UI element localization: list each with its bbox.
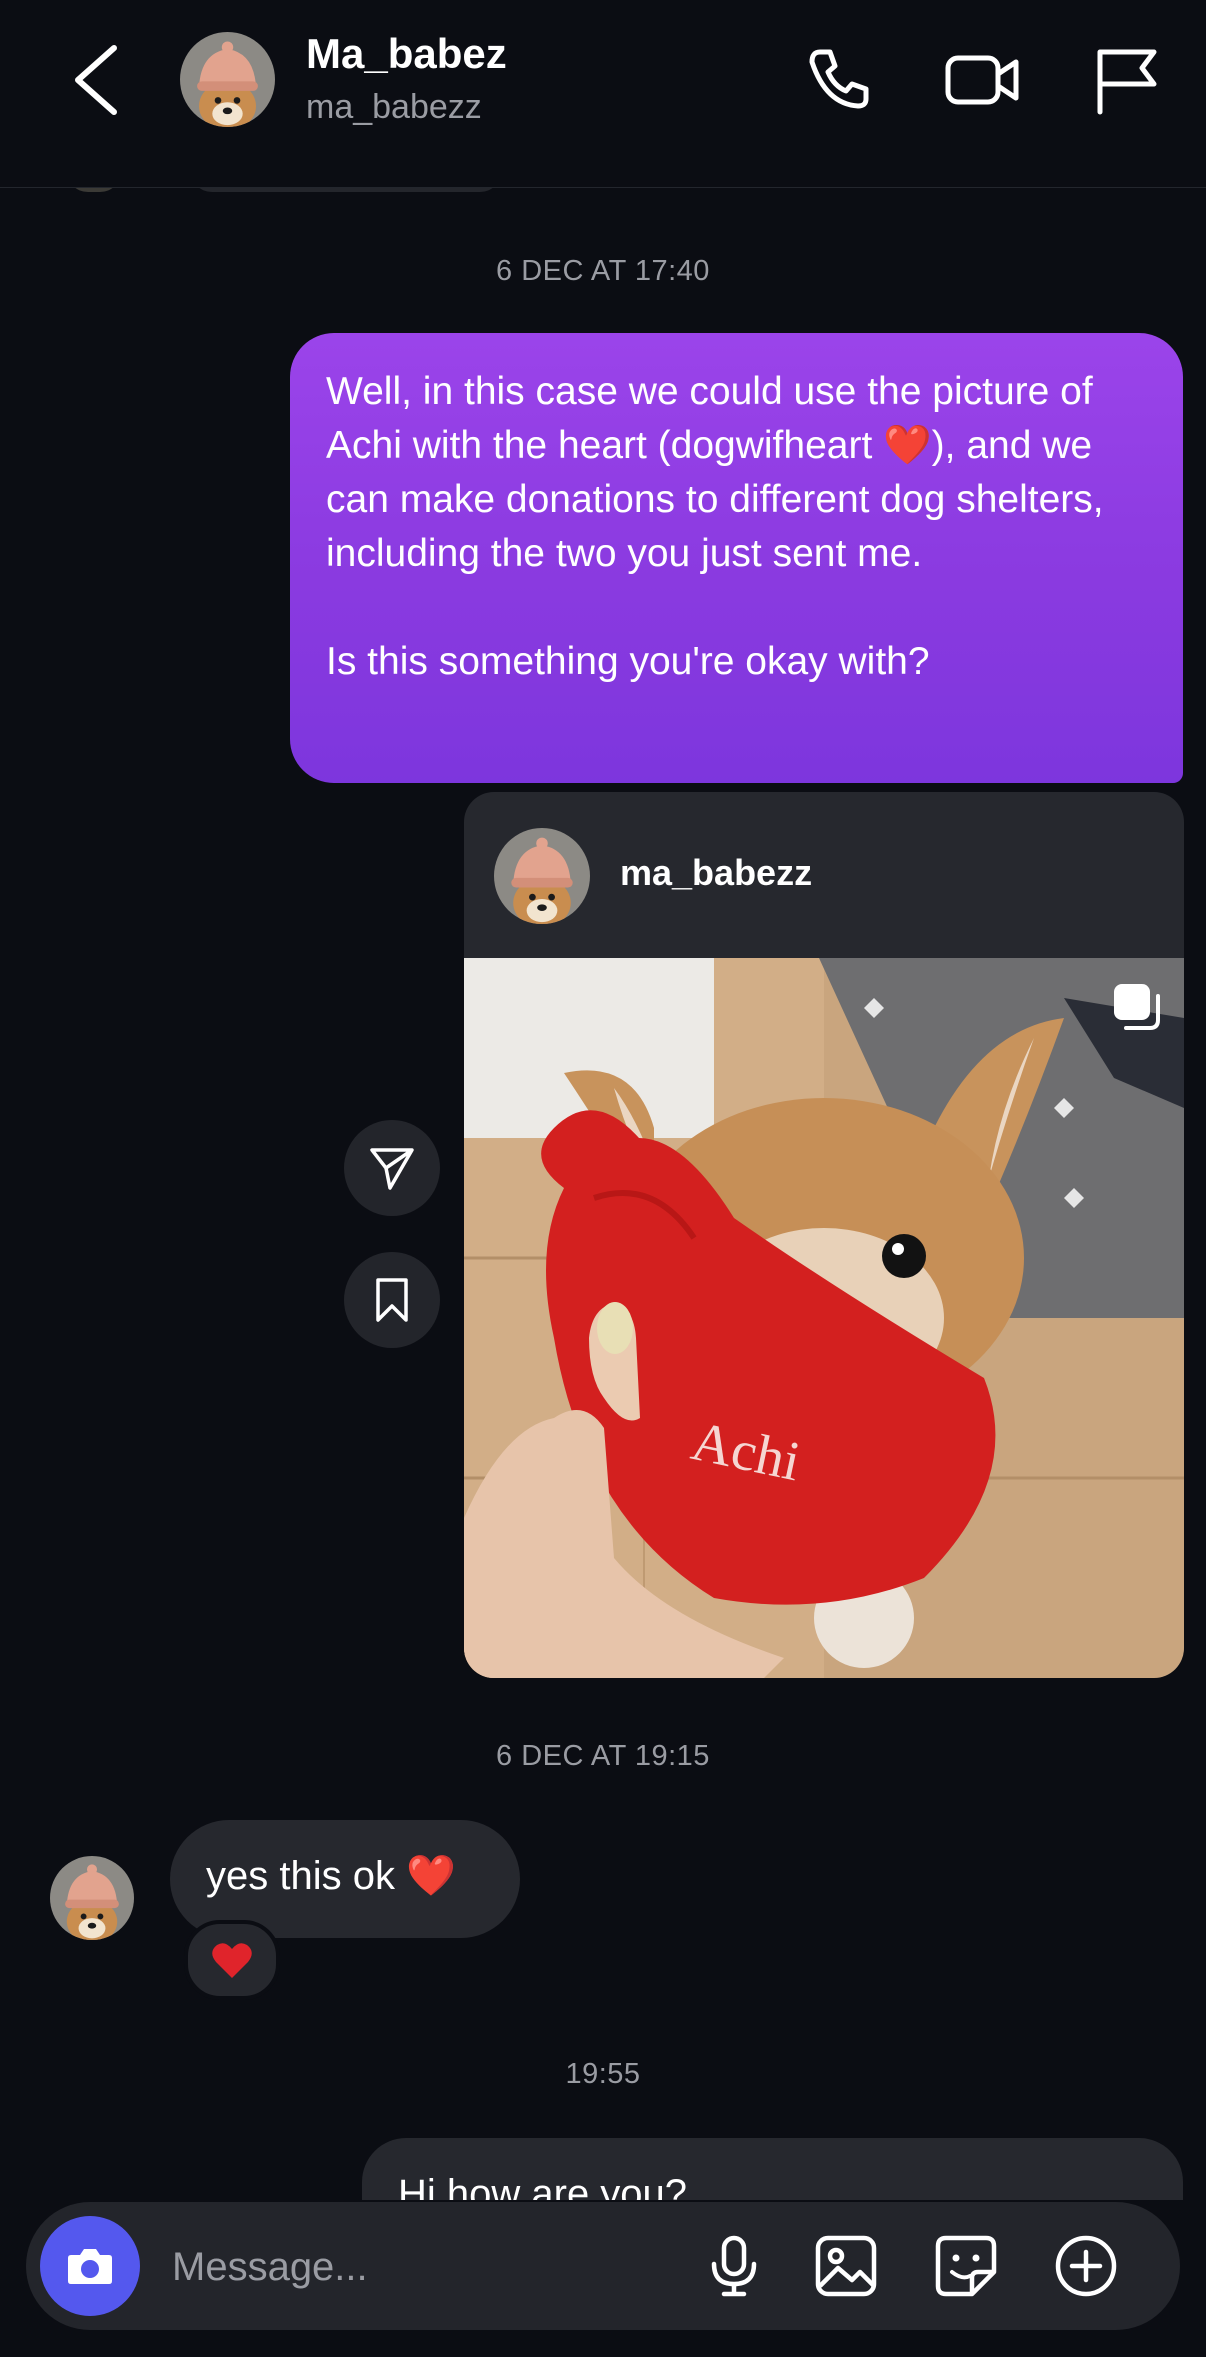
- chat-header: Ma_babez ma_babezz: [0, 0, 1206, 188]
- post-avatar[interactable]: [494, 828, 590, 924]
- sender-avatar[interactable]: [50, 1856, 134, 1940]
- incoming-message-text: yes this ok ❤️: [206, 1854, 456, 1898]
- shared-post[interactable]: ma_babezz Achi: [464, 792, 1184, 1678]
- send-icon: [370, 1148, 414, 1190]
- camera-icon: [68, 2249, 112, 2284]
- phone-icon[interactable]: [798, 40, 878, 120]
- share-button[interactable]: [344, 1120, 440, 1216]
- video-icon[interactable]: [942, 40, 1022, 120]
- post-image[interactable]: Achi: [464, 958, 1184, 1678]
- sticker-icon[interactable]: [932, 2232, 1000, 2300]
- outgoing-message-bubble[interactable]: Well, in this case we could use the pict…: [290, 333, 1183, 783]
- heart-icon: [212, 1943, 252, 1978]
- add-icon[interactable]: [1052, 2232, 1120, 2300]
- timestamp: 19:55: [565, 2058, 641, 2090]
- back-icon[interactable]: [62, 40, 128, 120]
- multi-image-icon: [1108, 978, 1164, 1034]
- outgoing-message-text: Well, in this case we could use the pict…: [326, 370, 1104, 683]
- contact-avatar[interactable]: [180, 32, 275, 127]
- timestamp: 6 DEC AT 19:15: [496, 1740, 710, 1772]
- contact-name[interactable]: Ma_babez: [306, 30, 507, 78]
- camera-button[interactable]: [40, 2216, 140, 2316]
- message-input[interactable]: [170, 2236, 694, 2298]
- post-username[interactable]: ma_babezz: [620, 852, 812, 894]
- mic-icon[interactable]: [700, 2232, 768, 2300]
- heart-reaction[interactable]: [184, 1920, 280, 2000]
- contact-handle: ma_babezz: [306, 88, 482, 126]
- timestamp: 6 DEC AT 17:40: [496, 255, 710, 287]
- flag-icon[interactable]: [1086, 40, 1166, 120]
- message-composer: [26, 2202, 1180, 2330]
- bookmark-icon: [376, 1278, 408, 1322]
- gallery-icon[interactable]: [812, 2232, 880, 2300]
- save-button[interactable]: [344, 1252, 440, 1348]
